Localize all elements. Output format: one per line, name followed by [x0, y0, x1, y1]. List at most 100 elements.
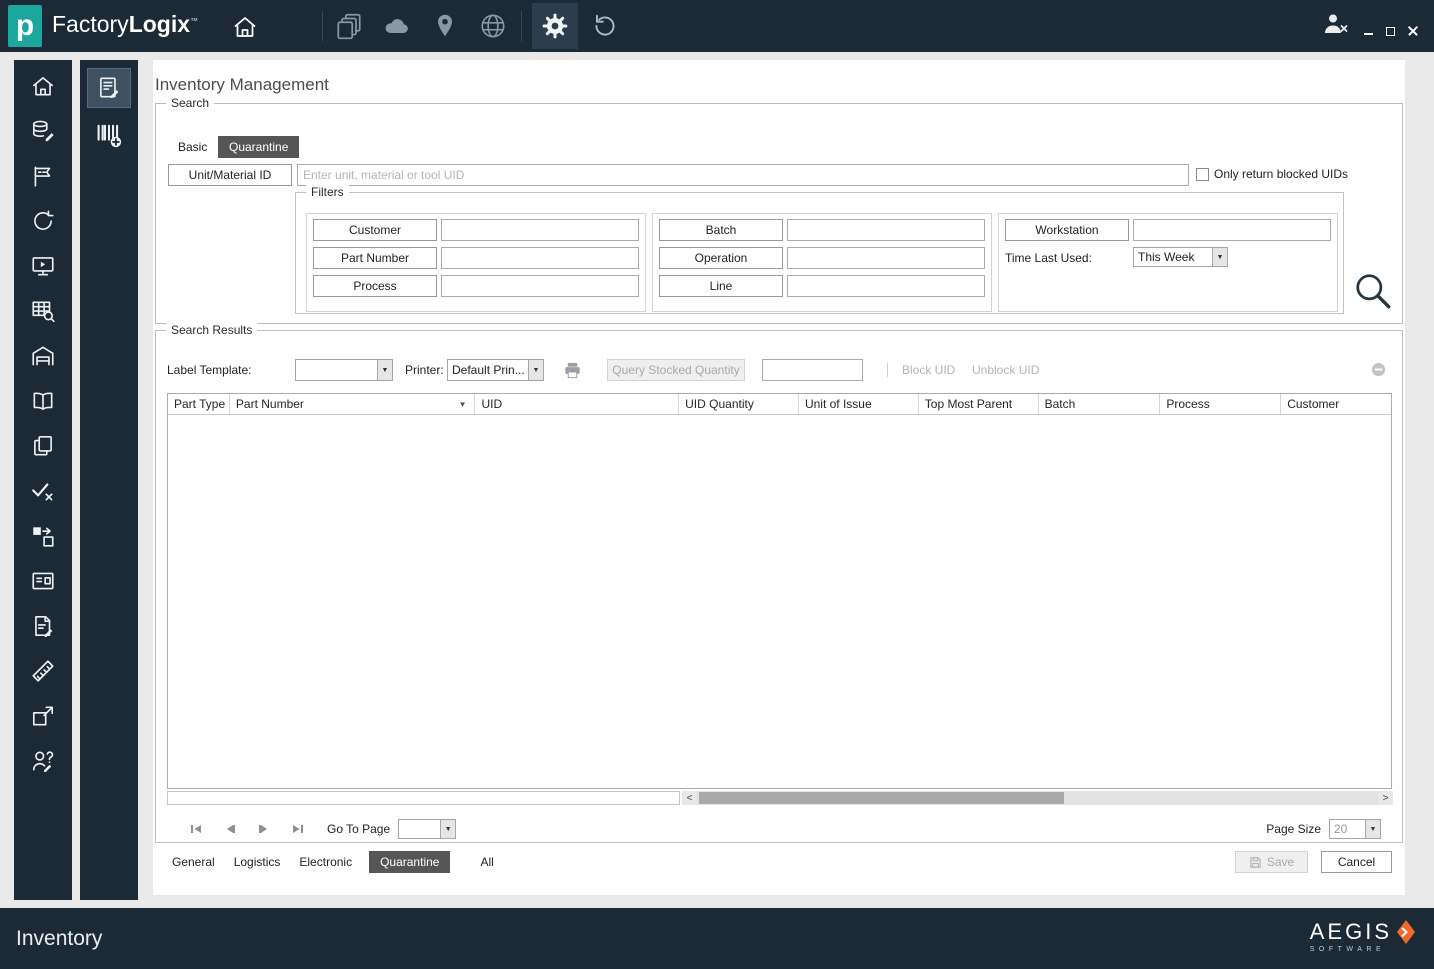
shipment-icon[interactable]	[30, 703, 56, 729]
operation-filter-button[interactable]: Operation	[659, 247, 783, 269]
block-uid-button[interactable]: Block UID	[902, 359, 955, 381]
unblock-uid-button[interactable]: Unblock UID	[972, 359, 1039, 381]
tab-quarantine-bottom[interactable]: Quarantine	[369, 850, 451, 873]
tab-general[interactable]: General	[170, 855, 217, 869]
customer-filter-button[interactable]: Customer	[313, 219, 437, 241]
batch-filter-button[interactable]: Batch	[659, 219, 783, 241]
warehouse-icon[interactable]	[30, 343, 56, 369]
workstation-filter-input[interactable]	[1133, 219, 1331, 241]
previous-page-button[interactable]	[219, 819, 241, 839]
line-filter-input[interactable]	[787, 275, 985, 297]
settings-gear-tile[interactable]	[532, 3, 578, 49]
column-header-customer[interactable]: Customer	[1281, 394, 1391, 414]
history-icon[interactable]	[590, 11, 620, 41]
documentation-icon[interactable]	[30, 388, 56, 414]
filters-group: Filters Customer Part Number Process Bat…	[295, 185, 1344, 314]
process-filter-input[interactable]	[441, 275, 639, 297]
cancel-button[interactable]: Cancel	[1321, 851, 1392, 873]
tab-logistics[interactable]: Logistics	[232, 855, 283, 869]
tab-basic[interactable]: Basic	[172, 136, 213, 158]
chevron-down-icon[interactable]: ▼	[440, 820, 456, 838]
column-header-process[interactable]: Process	[1160, 394, 1282, 414]
column-header-part-number[interactable]: Part Number ▼	[230, 394, 476, 414]
filters-column-1: Customer Part Number Process	[306, 213, 646, 312]
process-filter-button[interactable]: Process	[313, 275, 437, 297]
chevron-down-icon[interactable]: ▼	[528, 360, 543, 380]
pinned-columns-scrollbar[interactable]	[167, 791, 680, 805]
column-header-batch[interactable]: Batch	[1039, 394, 1161, 414]
column-header-uid-quantity[interactable]: UID Quantity	[679, 394, 799, 414]
operation-filter-input[interactable]	[787, 247, 985, 269]
notes-icon[interactable]	[30, 613, 56, 639]
design-icon[interactable]	[30, 658, 56, 684]
column-header-top-most-parent[interactable]: Top Most Parent	[919, 394, 1039, 414]
search-button[interactable]	[1352, 270, 1394, 312]
cloud-icon[interactable]	[382, 11, 412, 41]
line-filter-button[interactable]: Line	[659, 275, 783, 297]
production-icon[interactable]	[30, 163, 56, 189]
logo-letter: p	[15, 9, 35, 42]
transfer-icon[interactable]	[30, 523, 56, 549]
go-to-page-select[interactable]: ▼	[398, 819, 457, 839]
copy-icon[interactable]	[30, 433, 56, 459]
operator-help-icon[interactable]	[30, 748, 56, 774]
query-stocked-quantity-button[interactable]: Query Stocked Quantity	[607, 359, 745, 381]
time-last-used-select[interactable]: This Week ▼	[1133, 247, 1228, 267]
last-page-button[interactable]	[287, 819, 309, 839]
unit-material-id-button[interactable]: Unit/Material ID	[168, 164, 292, 186]
documents-icon[interactable]	[334, 11, 364, 41]
column-header-unit-of-issue[interactable]: Unit of Issue	[799, 394, 919, 414]
workstation-filter-button[interactable]: Workstation	[1005, 219, 1129, 241]
validation-icon[interactable]	[30, 478, 56, 504]
user-block-icon[interactable]	[1320, 10, 1350, 40]
first-page-button[interactable]	[185, 819, 207, 839]
part-number-filter-input[interactable]	[441, 247, 639, 269]
results-table-header: Part Type Part Number ▼ UID UID Quantity …	[168, 394, 1391, 415]
chevron-down-icon[interactable]: ▼	[1212, 248, 1227, 266]
data-grid-icon[interactable]	[30, 298, 56, 324]
customer-filter-input[interactable]	[441, 219, 639, 241]
scrollbar-track[interactable]	[697, 791, 1378, 805]
horizontal-scrollbar[interactable]: < >	[682, 791, 1393, 805]
location-icon[interactable]	[430, 11, 460, 41]
chevron-down-icon[interactable]: ▼	[1365, 820, 1380, 838]
checkbox-icon[interactable]	[1196, 167, 1209, 181]
time-last-used-label: Time Last Used:	[1005, 251, 1092, 265]
stocked-quantity-input[interactable]	[762, 359, 863, 381]
chevron-down-icon[interactable]: ▼	[377, 360, 392, 380]
materials-icon[interactable]	[30, 118, 56, 144]
column-header-part-type[interactable]: Part Type	[168, 394, 230, 414]
tab-all[interactable]: All	[478, 855, 495, 869]
column-header-uid[interactable]: UID	[475, 394, 680, 414]
printer-select[interactable]: Default Prin... ▼	[447, 359, 544, 381]
scroll-right-icon[interactable]: >	[1378, 791, 1393, 805]
maximize-button[interactable]	[1386, 26, 1395, 36]
print-icon[interactable]	[563, 361, 582, 383]
filters-column-2: Batch Operation Line	[652, 213, 992, 312]
page-size-select[interactable]: 20 ▼	[1329, 819, 1381, 839]
refresh-icon[interactable]	[30, 208, 56, 234]
batch-filter-input[interactable]	[787, 219, 985, 241]
scroll-left-icon[interactable]: <	[682, 791, 697, 805]
label-template-select[interactable]: ▼	[295, 359, 393, 381]
id-card-icon[interactable]	[30, 568, 56, 594]
only-blocked-checkbox[interactable]: Only return blocked UIDs	[1196, 167, 1348, 181]
remove-circle-icon[interactable]	[1371, 362, 1386, 384]
unit-search-input[interactable]	[297, 164, 1189, 186]
barcode-add-icon[interactable]	[94, 120, 124, 150]
next-page-button[interactable]	[253, 819, 275, 839]
minimize-button[interactable]	[1364, 33, 1373, 35]
inventory-review-tile[interactable]	[87, 68, 131, 108]
home-icon[interactable]	[30, 73, 56, 99]
part-number-filter-button[interactable]: Part Number	[313, 247, 437, 269]
tab-quarantine[interactable]: Quarantine	[218, 136, 300, 158]
workstation-icon[interactable]	[30, 253, 56, 279]
sort-descending-icon[interactable]: ▼	[459, 400, 467, 409]
home-icon[interactable]	[230, 12, 260, 42]
scrollbar-thumb[interactable]	[699, 792, 1064, 804]
save-button[interactable]: Save	[1235, 851, 1308, 873]
close-button[interactable]	[1408, 26, 1418, 36]
search-results-label: Search Results	[166, 323, 258, 337]
tab-electronic[interactable]: Electronic	[297, 855, 354, 869]
globe-icon[interactable]	[478, 11, 508, 41]
